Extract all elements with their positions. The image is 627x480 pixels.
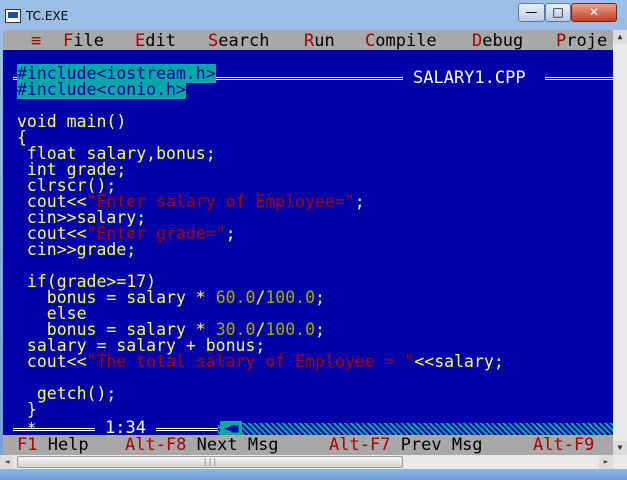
status-label: Help — [37, 435, 89, 455]
code-token: ; — [354, 192, 365, 211]
menu-hotkey: E — [135, 31, 146, 51]
dos-app-icon[interactable] — [5, 9, 21, 23]
code-token: 100.0 — [265, 288, 316, 307]
menu-label: ompile — [375, 31, 437, 51]
menu-bar: ≡ File Edit Search Run Compile Debug Pro… — [3, 30, 616, 51]
status-label: Prev Msg — [390, 435, 483, 455]
status-key: Alt-F7 — [329, 435, 391, 455]
menu-edit[interactable]: Edit — [135, 31, 176, 51]
code-token: #include<conio.h> — [17, 80, 186, 99]
menu-label: roje — [566, 31, 608, 51]
vertical-scrollbar[interactable]: ▲ ▼ — [613, 30, 627, 455]
code-token: void main() — [17, 112, 127, 131]
status-alt-f9[interactable]: Alt-F9 — [533, 436, 594, 454]
code-line[interactable]: #include<conio.h> — [17, 80, 186, 99]
menu-search[interactable]: Search — [208, 31, 269, 51]
status-bar: F1 Help Alt-F8 Next Msg Alt-F7 Prev Msg … — [3, 435, 616, 455]
maximize-button[interactable]: □ — [545, 3, 571, 22]
menu-run[interactable]: Run — [304, 31, 335, 51]
code-line[interactable]: } — [17, 400, 37, 419]
menu-label: un — [314, 31, 335, 51]
status-key: Alt-F8 — [125, 435, 187, 455]
editor-file-name: SALARY1.CPP — [407, 69, 532, 87]
menu-compile[interactable]: Compile — [365, 31, 437, 51]
code-token: "The total salary of Employee = " — [86, 352, 415, 371]
horizontal-scrollbar[interactable]: ◄ ||| ► — [0, 455, 627, 469]
window-bottom-border — [0, 469, 627, 480]
status-key: F1 — [17, 435, 38, 455]
system-menu[interactable]: ≡ — [31, 31, 41, 51]
status-prev-msg[interactable]: Alt-F7 Prev Msg — [329, 436, 483, 454]
status-next-msg[interactable]: Alt-F8 Next Msg — [125, 436, 279, 454]
code-token: 100.0 — [265, 320, 316, 339]
window-title: TC.EXE — [26, 9, 69, 23]
minimize-button[interactable]: — — [518, 3, 545, 22]
menu-hotkey: D — [472, 31, 483, 51]
code-token: 60.0 — [215, 288, 256, 307]
code-line[interactable]: cin>>grade; — [17, 240, 137, 259]
status-key: Alt-F9 — [533, 435, 595, 455]
menu-hotkey: P — [556, 31, 567, 51]
menu-debug[interactable]: Debug — [472, 31, 523, 51]
menu-file[interactable]: File — [63, 31, 104, 51]
code-token: cout<< — [17, 352, 87, 371]
code-token: <<salary; — [414, 352, 504, 371]
menu-label: ebug — [482, 31, 524, 51]
scroll-up-icon[interactable]: ▲ — [613, 30, 627, 44]
menu-hotkey: C — [365, 31, 376, 51]
menu-hotkey: F — [63, 31, 74, 51]
scroll-down-icon[interactable]: ▼ — [613, 441, 627, 455]
title-bar[interactable]: TC.EXE — □ ✕ — [0, 0, 627, 30]
code-token: / — [255, 288, 266, 307]
menu-hotkey: R — [304, 31, 315, 51]
app-window: TC.EXE — □ ✕ ≡ File Edit Search Run Comp… — [0, 0, 627, 480]
status-help[interactable]: F1 Help — [17, 436, 89, 454]
code-line[interactable]: cout<<"The total salary of Employee = "<… — [17, 352, 504, 371]
menu-project[interactable]: Proje — [556, 31, 607, 51]
editor-scroll-left-icon[interactable]: ◄■ — [220, 421, 243, 435]
code-token: ; — [315, 320, 325, 339]
menu-hotkey: S — [208, 31, 219, 51]
dos-console[interactable]: ≡ File Edit Search Run Compile Debug Pro… — [3, 30, 616, 455]
scroll-right-icon[interactable]: ► — [599, 455, 613, 469]
resize-corner-icon[interactable]: * — [27, 421, 36, 436]
frame-line — [545, 77, 616, 80]
scrollbar-corner — [613, 455, 627, 469]
scroll-thumb[interactable]: ||| — [17, 456, 403, 468]
code-token: cin>>grade; — [17, 240, 137, 259]
menu-label: ile — [73, 31, 104, 51]
close-button[interactable]: ✕ — [571, 3, 617, 22]
code-token: ; — [225, 224, 236, 243]
code-line[interactable]: void main() — [17, 112, 127, 131]
scroll-left-icon[interactable]: ◄ — [0, 455, 14, 469]
code-token: ; — [315, 288, 325, 307]
status-label: Next Msg — [186, 435, 279, 455]
code-token: } — [17, 400, 37, 419]
menu-label: earch — [218, 31, 270, 51]
menu-label: dit — [145, 31, 176, 51]
